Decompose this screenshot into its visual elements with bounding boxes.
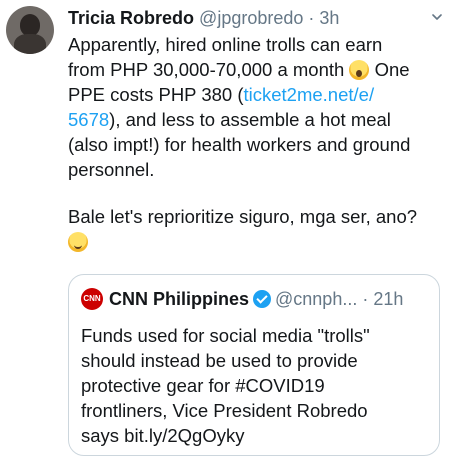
avatar[interactable] <box>6 6 54 54</box>
line-text: Bale let's reprioritize siguro, mga ser,… <box>68 206 418 227</box>
display-name[interactable]: Tricia Robredo <box>68 8 194 28</box>
scream-emoji-icon <box>349 60 370 80</box>
quoted-line: Funds used for social media "trolls" <box>81 325 370 346</box>
line-text: PPE costs PHP 380 ( <box>68 84 244 105</box>
quoted-line: should instead be used to provide <box>81 350 358 371</box>
quoted-display-name[interactable]: CNN Philippines <box>109 289 249 309</box>
tweet[interactable]: Tricia Robredo @jpgrobredo · 3h Apparent… <box>0 0 449 458</box>
handle[interactable]: @jpgrobredo <box>199 8 303 28</box>
quoted-tweet-header: CNN CNN Philippines @cnnph... · 21h <box>81 287 431 311</box>
logo-text: CNN <box>83 294 101 303</box>
quoted-line: frontliners, Vice President Robredo <box>81 400 368 421</box>
cnn-logo-icon[interactable]: CNN <box>81 288 103 310</box>
ticket-link[interactable]: ticket2me.net/e/ <box>244 84 375 105</box>
line-text: (also impt!) for health workers and grou… <box>68 134 411 155</box>
tweet-line: personnel. <box>68 157 444 182</box>
line-text: personnel. <box>68 159 155 180</box>
tweet-line: Apparently, hired online trolls can earn <box>68 32 444 57</box>
quoted-handle[interactable]: @cnnph... <box>275 289 357 309</box>
line-text: from PHP 30,000-70,000 a month <box>68 59 350 80</box>
tweet-line: from PHP 30,000-70,000 a month One <box>68 57 444 82</box>
line-text: One <box>369 59 410 80</box>
quoted-line: protective gear for #COVID19 <box>81 375 325 396</box>
chevron-down-icon[interactable] <box>432 12 442 22</box>
tweet-line: (also impt!) for health workers and grou… <box>68 132 444 157</box>
quoted-tweet-card[interactable]: CNN CNN Philippines @cnnph... · 21h Funds … <box>68 274 440 456</box>
separator: · <box>308 8 315 28</box>
tweet-header: Tricia Robredo @jpgrobredo · 3h <box>68 6 408 30</box>
tweet-text: Apparently, hired online trolls can earn… <box>68 32 444 254</box>
tweet-line: PPE costs PHP 380 (ticket2me.net/e/ <box>68 82 444 107</box>
verified-badge-icon <box>253 290 272 308</box>
tweet-line: 5678), and less to assemble a hot meal <box>68 107 444 132</box>
tweet-line <box>68 229 444 254</box>
tweet-line: Bale let's reprioritize siguro, mga ser,… <box>68 204 444 229</box>
ticket-link[interactable]: 5678 <box>68 109 109 130</box>
line-text: ), and less to assemble a hot meal <box>109 109 391 130</box>
wink-emoji-icon <box>68 232 88 252</box>
quoted-tweet-text: Funds used for social media "trolls" sho… <box>81 323 431 448</box>
quoted-line: says bit.ly/2QgOyky <box>81 425 245 446</box>
timestamp[interactable]: 3h <box>319 8 339 28</box>
line-text: Apparently, hired online trolls can earn <box>68 34 383 55</box>
separator: · <box>362 289 369 309</box>
quoted-timestamp[interactable]: 21h <box>373 289 403 309</box>
